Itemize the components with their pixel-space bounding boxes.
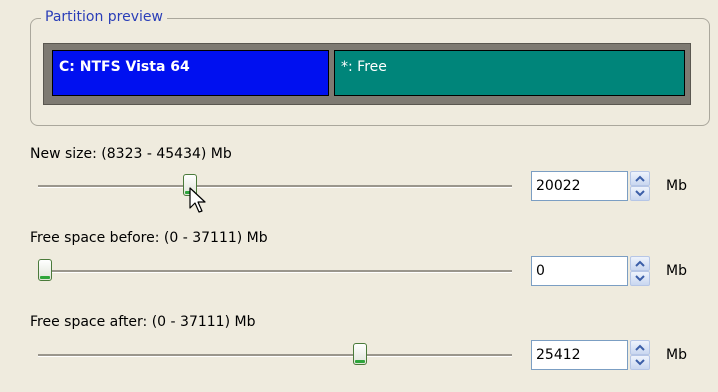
free-space-after-decrement-button[interactable] (630, 355, 650, 370)
new-size-label: New size: (8323 - 45434) Mb (30, 146, 232, 162)
free-space-after-increment-button[interactable] (630, 340, 650, 355)
chevron-up-icon (635, 260, 645, 267)
chevron-up-icon (635, 175, 645, 182)
partition-preview-map: C: NTFS Vista 64 *: Free (43, 43, 691, 105)
free-space-after-slider-thumb[interactable] (353, 343, 367, 365)
resize-partition-panel: Partition preview C: NTFS Vista 64 *: Fr… (0, 0, 718, 392)
partition-block-c[interactable]: C: NTFS Vista 64 (52, 50, 329, 96)
new-size-unit: Mb (666, 178, 687, 194)
new-size-slider-track[interactable] (38, 174, 512, 196)
new-size-spinner (630, 171, 650, 201)
free-space-after-input[interactable] (531, 340, 628, 370)
partition-preview-group: Partition preview C: NTFS Vista 64 *: Fr… (30, 9, 710, 126)
new-size-input[interactable] (531, 171, 628, 201)
free-space-before-input[interactable] (531, 256, 628, 286)
chevron-up-icon (635, 344, 645, 351)
free-space-after-spinner (630, 340, 650, 370)
chevron-down-icon (635, 359, 645, 366)
partition-preview-title: Partition preview (41, 9, 167, 25)
free-space-before-spinner (630, 256, 650, 286)
new-size-decrement-button[interactable] (630, 186, 650, 201)
free-space-before-increment-button[interactable] (630, 256, 650, 271)
free-space-before-slider-thumb[interactable] (38, 259, 52, 281)
chevron-down-icon (635, 190, 645, 197)
new-size-increment-button[interactable] (630, 171, 650, 186)
free-space-after-label: Free space after: (0 - 37111) Mb (30, 314, 256, 330)
free-space-before-label: Free space before: (0 - 37111) Mb (30, 230, 268, 246)
chevron-down-icon (635, 275, 645, 282)
partition-block-free[interactable]: *: Free (334, 50, 685, 96)
mouse-pointer-icon (189, 187, 206, 213)
free-space-after-unit: Mb (666, 347, 687, 363)
free-space-before-decrement-button[interactable] (630, 271, 650, 286)
free-space-before-slider-track[interactable] (38, 259, 512, 281)
free-space-after-slider-track[interactable] (38, 343, 512, 365)
free-space-before-unit: Mb (666, 263, 687, 279)
